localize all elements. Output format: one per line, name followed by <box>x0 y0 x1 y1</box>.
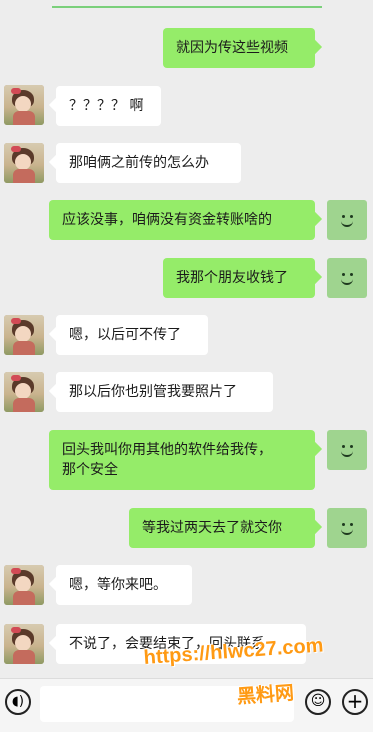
my-avatar[interactable] <box>327 200 367 240</box>
message-bubble-received[interactable]: ？？？？ 啊 <box>56 86 161 126</box>
my-avatar[interactable] <box>327 258 367 298</box>
message-bubble-received[interactable]: 那咱俩之前传的怎么办 <box>56 143 241 183</box>
contact-avatar[interactable] <box>4 565 44 605</box>
emoji-icon[interactable]: ☺ <box>305 689 331 715</box>
watermark-name: 黑料网 <box>236 682 295 708</box>
message-bubble-received[interactable]: 嗯，以后可不传了 <box>56 315 208 355</box>
plus-icon[interactable]: + <box>342 689 368 715</box>
chat-input-bar: ◖) ☺ + <box>0 678 373 732</box>
message-bubble-received[interactable]: 嗯，等你来吧。 <box>56 565 192 605</box>
contact-avatar[interactable] <box>4 315 44 355</box>
contact-avatar[interactable] <box>4 85 44 125</box>
message-line: 那个安全 <box>62 462 118 478</box>
contact-avatar[interactable] <box>4 372 44 412</box>
voice-icon[interactable]: ◖) <box>5 689 31 715</box>
message-bubble-received[interactable]: 那以后你也别管我要照片了 <box>56 372 273 412</box>
message-bubble-sent[interactable]: 我那个朋友收钱了 <box>163 258 315 298</box>
contact-avatar[interactable] <box>4 143 44 183</box>
my-avatar[interactable] <box>327 508 367 548</box>
message-bubble-sent[interactable]: 就因为传这些视频 <box>163 28 315 68</box>
contact-avatar[interactable] <box>4 624 44 664</box>
message-bubble-sent[interactable]: 应该没事，咱俩没有资金转账啥的 <box>49 200 315 240</box>
message-bubble-sent[interactable]: 等我过两天去了就交你 <box>129 508 315 548</box>
message-bubble-sent[interactable]: 回头我叫你用其他的软件给我传， 那个安全 <box>49 430 315 490</box>
my-avatar[interactable] <box>327 430 367 470</box>
top-divider <box>52 6 322 8</box>
message-line: 回头我叫你用其他的软件给我传， <box>62 442 272 458</box>
